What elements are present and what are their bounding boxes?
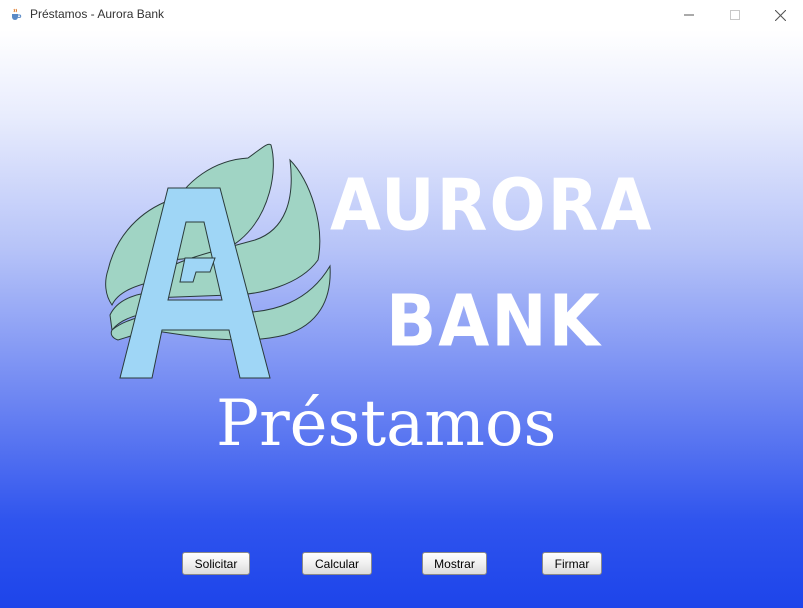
- firmar-button[interactable]: Firmar: [542, 552, 602, 575]
- title-bar[interactable]: Préstamos - Aurora Bank: [0, 0, 803, 30]
- brand-name-line1: AURORA: [330, 163, 654, 247]
- calcular-button[interactable]: Calcular: [302, 552, 372, 575]
- main-content: AURORA BANK Préstamos Solicitar Calcular…: [0, 30, 803, 608]
- minimize-button[interactable]: [666, 0, 712, 30]
- app-window: Préstamos - Aurora Bank AURORA BANK Prés…: [0, 0, 803, 608]
- section-title: Préstamos: [216, 387, 557, 461]
- mostrar-button[interactable]: Mostrar: [422, 552, 487, 575]
- solicitar-button[interactable]: Solicitar: [182, 552, 250, 575]
- close-button[interactable]: [757, 0, 803, 30]
- brand-name-line2: BANK: [386, 279, 602, 363]
- window-title: Préstamos - Aurora Bank: [30, 7, 165, 21]
- java-cup-icon: [12, 8, 22, 20]
- close-icon: [774, 9, 786, 21]
- maximize-icon: [730, 10, 740, 20]
- maximize-button[interactable]: [712, 0, 758, 30]
- minimize-icon: [684, 14, 694, 16]
